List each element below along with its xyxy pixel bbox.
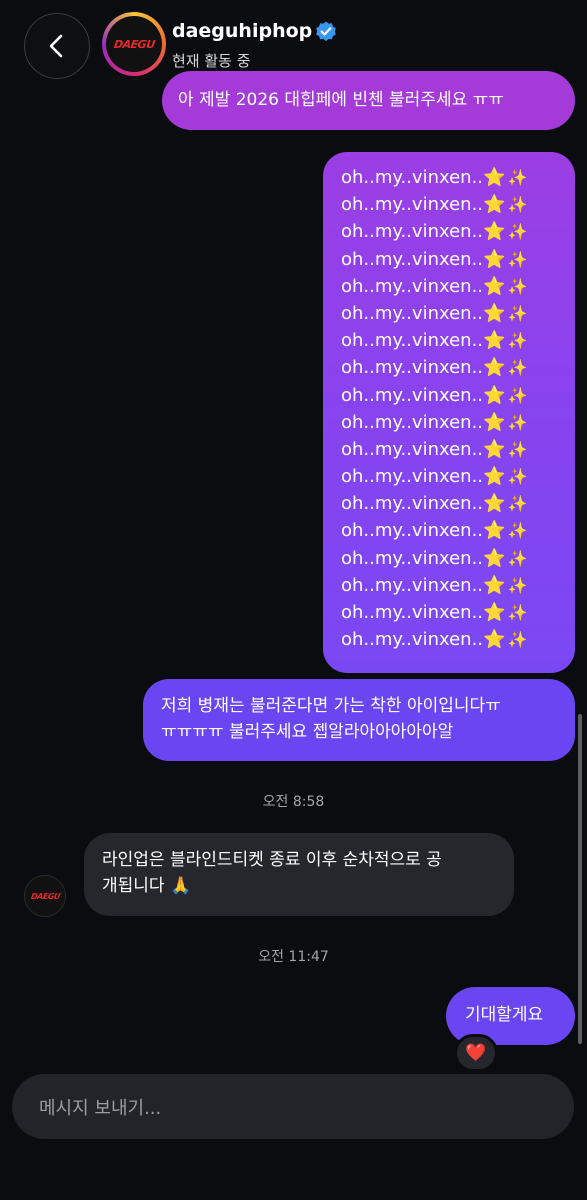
message-line-text: oh..my..vinxen.. [341, 629, 484, 651]
sparkles-emoji: ✨ [507, 358, 528, 378]
sparkles-emoji: ✨ [507, 385, 528, 405]
message-line: oh..my..vinxen..⭐ ✨ [341, 191, 575, 218]
daegu-hiphop-logo: DAEGU [29, 891, 61, 901]
message-line-text: oh..my..vinxen.. [341, 602, 484, 623]
message-line: oh..my..vinxen..⭐ ✨ [341, 436, 575, 463]
star-emoji: ⭐ [483, 330, 506, 352]
star-emoji: ⭐ [483, 221, 506, 243]
message-line-text: oh..my..vinxen.. [341, 167, 484, 188]
message-composer[interactable]: 메시지 보내기... [12, 1074, 574, 1139]
sparkles-emoji: ✨ [507, 303, 528, 323]
message-line: oh..my..vinxen..⭐ ✨ [341, 572, 575, 599]
message-line-text: oh..my..vinxen.. [341, 384, 484, 406]
sender-avatar[interactable]: DAEGU [24, 875, 66, 917]
chat-header: DAEGU daeguhiphop 현재 활동 중 [0, 0, 587, 80]
message-line-text: oh..my..vinxen.. [341, 194, 484, 216]
heart-reaction[interactable]: ❤️ [454, 1034, 498, 1072]
sparkles-emoji: ✨ [507, 222, 528, 242]
message-line-text: oh..my..vinxen.. [341, 466, 484, 488]
message-line: oh..my..vinxen..⭐ ✨ [341, 273, 575, 300]
sparkles-emoji: ✨ [507, 331, 528, 351]
star-emoji: ⭐ [483, 357, 506, 379]
outgoing-message-1[interactable]: 아 제발 2026 대힙페에 빈첸 불러주세요 ㅠㅠ [162, 71, 575, 130]
star-emoji: ⭐ [483, 438, 506, 460]
message-line: oh..my..vinxen..⭐ ✨ [341, 463, 575, 490]
star-emoji: ⭐ [483, 602, 506, 623]
sparkles-emoji: ✨ [507, 494, 528, 514]
heart-icon: ❤️ [465, 1043, 487, 1063]
message-line: oh..my..vinxen..⭐ ✨ [341, 490, 575, 517]
star-emoji: ⭐ [483, 466, 506, 488]
star-emoji: ⭐ [483, 574, 506, 596]
message-line-text: oh..my..vinxen.. [341, 547, 484, 569]
sparkles-emoji: ✨ [507, 467, 528, 487]
profile-avatar[interactable]: DAEGU [102, 12, 166, 76]
back-button[interactable] [24, 13, 90, 79]
message-line: oh..my..vinxen..⭐ ✨ [341, 517, 575, 544]
message-line: oh..my..vinxen..⭐ ✨ [341, 382, 575, 409]
message-line-text: oh..my..vinxen.. [341, 357, 484, 379]
message-line-text: oh..my..vinxen.. [341, 221, 484, 243]
sparkles-emoji: ✨ [507, 439, 528, 459]
incoming-message-1[interactable]: 라인업은 블라인드티켓 종료 이후 순차적으로 공 개됩니다 🙏 [84, 833, 514, 916]
message-line-text: oh..my..vinxen.. [341, 330, 484, 352]
sparkles-emoji: ✨ [507, 195, 528, 215]
star-emoji: ⭐ [483, 520, 506, 542]
message-line: 저희 병재는 불러준다면 가는 착한 아이입니다ㅠ [161, 696, 501, 716]
sparkles-emoji: ✨ [507, 630, 528, 650]
sparkles-emoji: ✨ [507, 276, 528, 296]
message-line: 개됩니다 🙏 [102, 876, 192, 896]
message-line: oh..my..vinxen..⭐ ✨ [341, 218, 575, 245]
star-emoji: ⭐ [483, 248, 506, 270]
chevron-left-icon [49, 34, 63, 58]
message-input[interactable]: 메시지 보내기... [39, 1094, 161, 1120]
message-line-text: oh..my..vinxen.. [341, 520, 484, 542]
scrollbar[interactable] [578, 714, 582, 1044]
timestamp: 오전 11:47 [258, 949, 329, 965]
message-line: oh..my..vinxen..⭐ ✨ [341, 246, 575, 273]
sparkles-emoji: ✨ [507, 521, 528, 541]
message-line: oh..my..vinxen..⭐ ✨ [341, 545, 575, 572]
outgoing-message-2[interactable]: oh..my..vinxen..⭐ ✨ oh..my..vinxen..⭐ ✨ oh..… [323, 152, 575, 673]
message-line: oh..my..vinxen..⭐ ✨ [341, 626, 575, 653]
daegu-hiphop-logo: DAEGU [112, 37, 156, 51]
sparkles-emoji: ✨ [507, 548, 528, 568]
chat-username[interactable]: daeguhiphop [172, 20, 312, 42]
message-line: oh..my..vinxen..⭐ ✨ [341, 409, 575, 436]
star-emoji: ⭐ [483, 302, 506, 324]
sparkles-emoji: ✨ [507, 412, 528, 432]
star-emoji: ⭐ [483, 167, 506, 188]
timestamp: 오전 8:58 [262, 794, 325, 810]
message-line-text: oh..my..vinxen.. [341, 493, 484, 515]
sparkles-emoji: ✨ [507, 168, 528, 187]
message-line: ㅠㅠㅠㅠ 불러주세요 젭알라아아아아아알 [161, 722, 454, 742]
message-line: oh..my..vinxen..⭐ ✨ [341, 164, 575, 191]
message-line: oh..my..vinxen..⭐ ✨ [341, 354, 575, 381]
star-emoji: ⭐ [483, 493, 506, 515]
star-emoji: ⭐ [483, 411, 506, 433]
star-emoji: ⭐ [483, 194, 506, 216]
star-emoji: ⭐ [483, 547, 506, 569]
sparkles-emoji: ✨ [507, 603, 528, 622]
message-line: oh..my..vinxen..⭐ ✨ [341, 327, 575, 354]
message-line: oh..my..vinxen..⭐ ✨ [341, 599, 575, 626]
message-line-text: oh..my..vinxen.. [341, 411, 484, 433]
star-emoji: ⭐ [483, 384, 506, 406]
sparkles-emoji: ✨ [507, 575, 528, 595]
message-line-text: oh..my..vinxen.. [341, 302, 484, 324]
sparkles-emoji: ✨ [507, 249, 528, 269]
verified-badge-icon [316, 21, 336, 42]
active-status: 현재 활동 중 [172, 52, 251, 70]
message-line-text: oh..my..vinxen.. [341, 248, 484, 270]
star-emoji: ⭐ [483, 275, 506, 297]
message-line: 라인업은 블라인드티켓 종료 이후 순차적으로 공 [102, 850, 442, 870]
message-line: oh..my..vinxen..⭐ ✨ [341, 300, 575, 327]
message-line-text: oh..my..vinxen.. [341, 275, 484, 297]
message-line-text: oh..my..vinxen.. [341, 438, 484, 460]
outgoing-message-3[interactable]: 저희 병재는 불러준다면 가는 착한 아이입니다ㅠ ㅠㅠㅠㅠ 불러주세요 젭알라… [143, 679, 575, 761]
star-emoji: ⭐ [483, 629, 506, 651]
message-line-text: oh..my..vinxen.. [341, 574, 484, 596]
